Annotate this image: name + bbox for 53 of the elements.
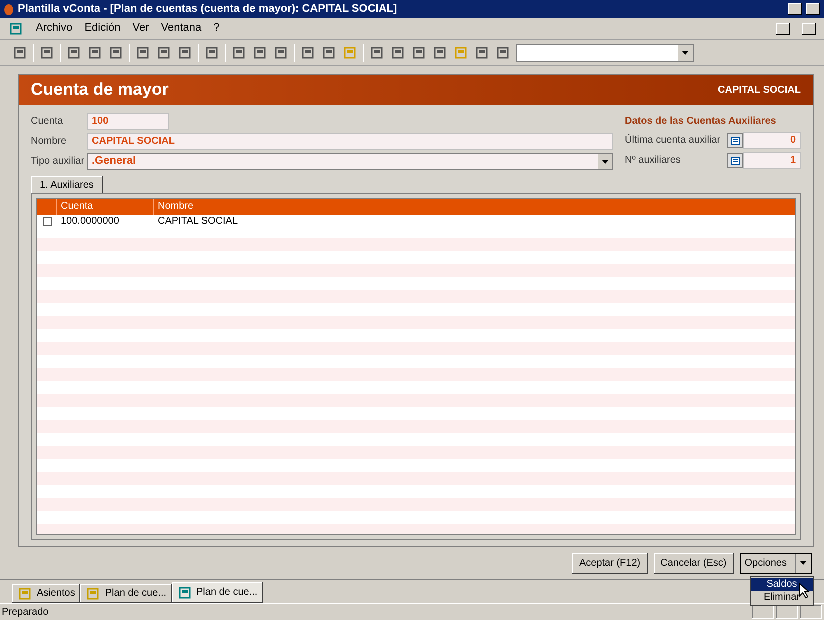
status-panel	[800, 605, 822, 619]
header-title: Cuenta de mayor	[31, 79, 169, 102]
menu-item[interactable]: Saldos	[751, 578, 813, 591]
menu-item[interactable]: Archivo	[36, 20, 73, 37]
options-button[interactable]: Opciones	[740, 552, 812, 574]
field-label: Cuenta	[31, 115, 64, 129]
tab-label: Asientos	[37, 587, 76, 601]
menu-item[interactable]: Eliminar	[751, 591, 813, 604]
status-panel	[776, 605, 798, 619]
table-cell-text: CAPITAL SOCIAL	[157, 215, 240, 229]
field-label: Nº auxiliares	[625, 154, 682, 168]
status-panel	[752, 605, 774, 619]
input-field[interactable]: CAPITAL SOCIAL	[87, 133, 613, 150]
menu-item[interactable]: Ver	[132, 20, 150, 37]
app-icon	[4, 2, 14, 16]
menu-item[interactable]: ?	[214, 20, 220, 37]
field-label: Tipo auxiliar	[31, 155, 86, 169]
dialog-button[interactable]: Cancelar (Esc)	[654, 552, 734, 574]
input-field[interactable]: 1	[743, 152, 801, 169]
lookup-button[interactable]	[727, 153, 743, 168]
column-header[interactable]: Nombre	[154, 199, 795, 215]
menu-item[interactable]: Edición	[84, 20, 121, 37]
window-tab[interactable]: Plan de cue...	[80, 584, 172, 603]
cursor-icon	[799, 583, 811, 599]
tab[interactable]: 1. Auxiliares	[31, 176, 103, 193]
input-field[interactable]: 0	[743, 132, 801, 149]
restore-button[interactable]	[806, 3, 820, 15]
window-tab[interactable]: Plan de cue...	[172, 582, 263, 603]
table-cell-text: 100.0000000	[60, 215, 120, 229]
field-label: Última cuenta auxiliar	[625, 133, 722, 148]
minimize-button[interactable]	[788, 3, 802, 15]
tab-label: Plan de cue...	[196, 586, 258, 600]
row-checkbox[interactable]	[42, 217, 52, 226]
header-subtitle: CAPITAL SOCIAL	[718, 84, 801, 98]
section-title: Datos de las Cuentas Auxiliares	[625, 115, 778, 129]
lookup-button[interactable]	[727, 133, 743, 148]
field-label: Nombre	[31, 135, 68, 149]
menu-item[interactable]: Ventana	[161, 20, 202, 37]
select-field[interactable]: .General	[87, 153, 613, 170]
window-tab[interactable]: Asientos	[12, 584, 80, 603]
caret-icon	[682, 50, 689, 54]
input-field[interactable]: 100	[87, 113, 169, 130]
dropdown-button[interactable]	[598, 154, 612, 169]
status-text: Preparado	[2, 606, 50, 620]
tab-label: Plan de cue...	[105, 587, 167, 601]
caret-icon	[800, 561, 807, 565]
dropdown-button[interactable]	[678, 44, 693, 60]
combo-field[interactable]	[516, 44, 694, 62]
window-title: Plantilla vConta - [Plan de cuentas (cuenta de mayor): CAPITAL SOCIAL]	[18, 2, 398, 17]
restore-button[interactable]	[802, 22, 816, 34]
caret-icon	[602, 160, 608, 164]
minimize-button[interactable]	[776, 22, 790, 34]
dialog-button[interactable]: Aceptar (F12)	[572, 552, 648, 574]
